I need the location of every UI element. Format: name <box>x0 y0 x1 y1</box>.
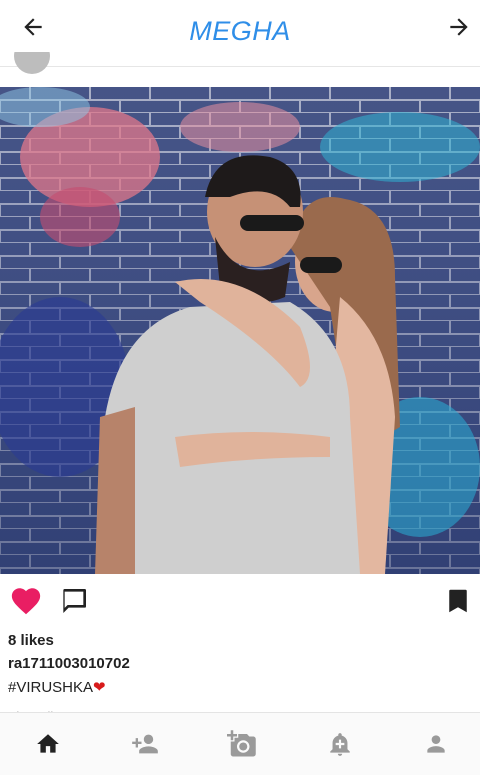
nav-add-user[interactable] <box>127 727 163 761</box>
home-icon <box>37 734 59 753</box>
comment-button[interactable] <box>56 583 92 619</box>
forward-button[interactable] <box>444 12 474 42</box>
post-photo-graphic <box>0 87 480 574</box>
heart-icon <box>11 588 41 615</box>
profile-icon <box>427 735 445 753</box>
caption-text: #VIRUSHKA <box>8 679 94 696</box>
notifications-add-icon <box>330 733 350 756</box>
red-heart-emoji: ❤ <box>93 679 106 696</box>
comment-icon <box>63 589 86 613</box>
bookmark-icon <box>449 589 467 613</box>
add-photo-icon <box>227 730 256 757</box>
post-caption: #VIRUSHKA❤ <box>8 678 106 696</box>
post-image[interactable] <box>0 87 480 574</box>
post-username[interactable]: ra1711003010702 <box>8 655 130 672</box>
nav-add-photo[interactable] <box>224 727 260 761</box>
nav-profile[interactable] <box>418 727 454 761</box>
like-button[interactable] <box>8 583 44 619</box>
post-actions <box>0 583 480 623</box>
avatar[interactable] <box>14 52 50 74</box>
page-title: MEGHA <box>189 16 291 46</box>
nav-home[interactable] <box>30 727 66 761</box>
add-user-icon <box>132 734 158 754</box>
bottom-navigation <box>0 712 480 775</box>
arrow-right-icon <box>450 18 468 36</box>
bookmark-button[interactable] <box>440 583 476 619</box>
top-app-bar: MEGHA <box>0 0 480 67</box>
likes-count[interactable]: 8 likes <box>8 632 54 649</box>
nav-notifications[interactable] <box>322 727 358 761</box>
